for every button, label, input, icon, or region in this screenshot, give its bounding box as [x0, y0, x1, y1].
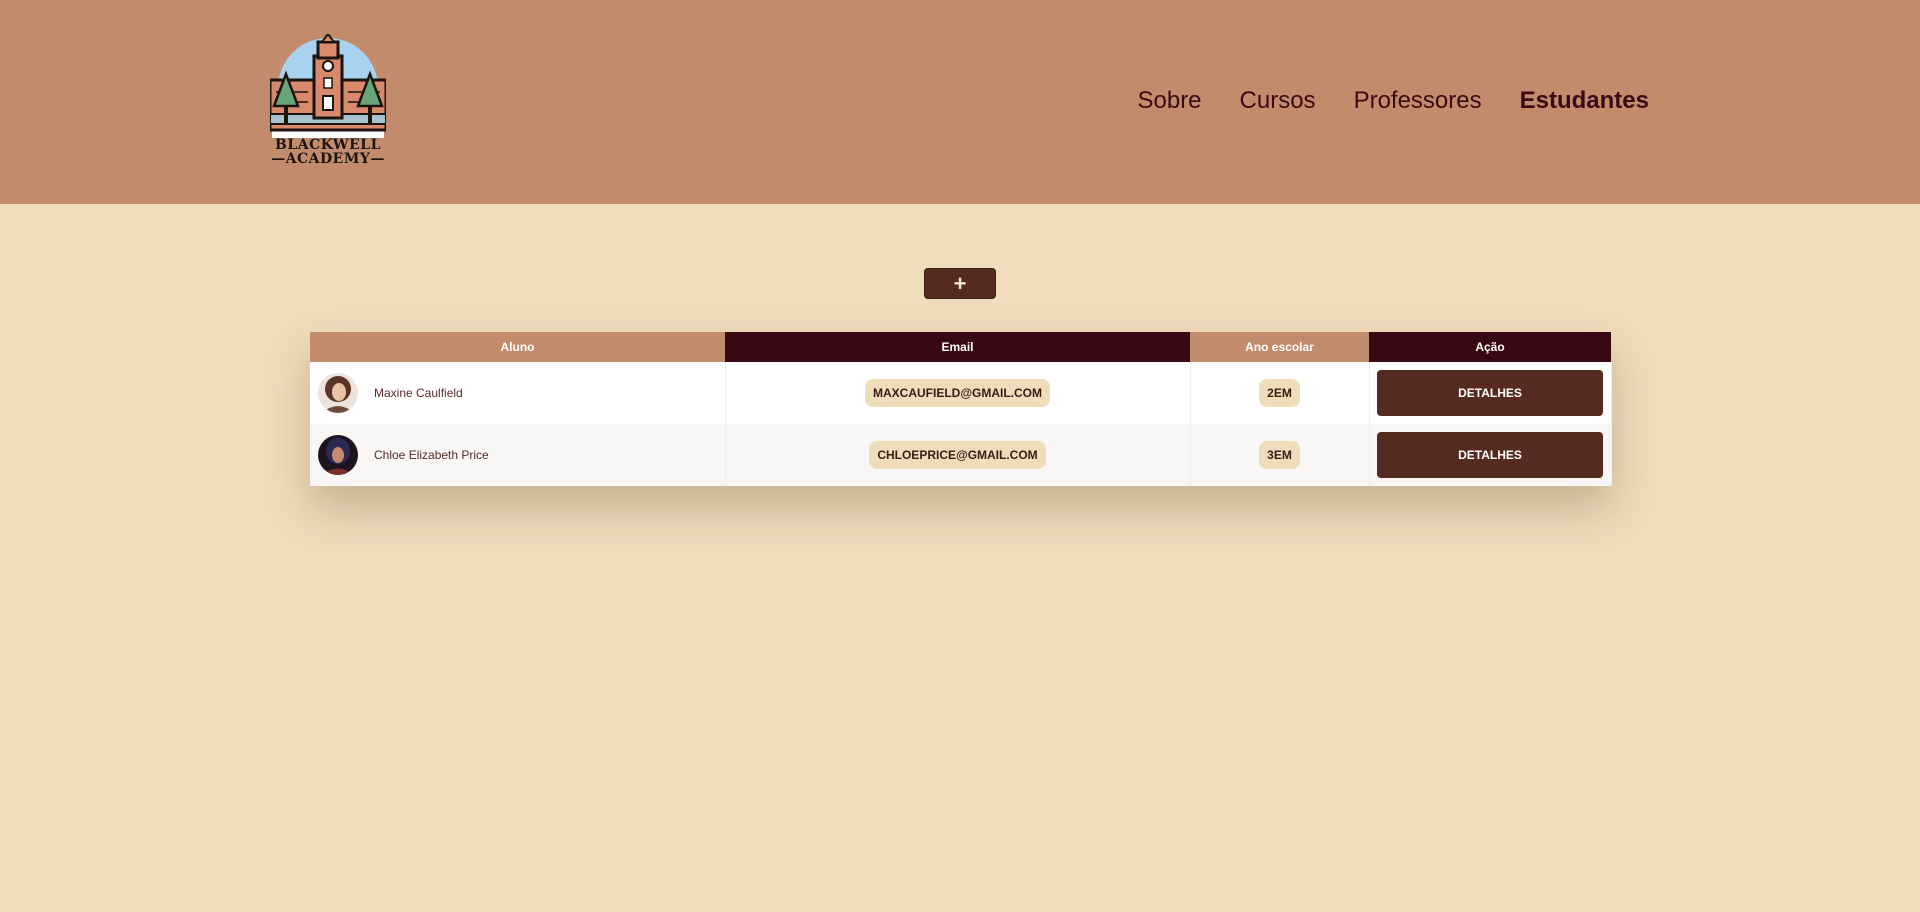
column-header-email: Email [725, 332, 1190, 362]
column-header-action: Ação [1369, 332, 1611, 362]
nav-item-estudantes[interactable]: Estudantes [1520, 85, 1649, 117]
nav-item-cursos[interactable]: Cursos [1240, 85, 1316, 117]
column-header-student: Aluno [310, 332, 725, 362]
avatar-portrait-icon [318, 373, 358, 413]
student-name: Chloe Elizabeth Price [374, 448, 489, 462]
student-cell: Maxine Caulfield [310, 362, 726, 424]
year-cell: 2EM [1190, 362, 1370, 424]
avatar [318, 373, 358, 413]
details-button[interactable]: DETALHES [1377, 370, 1603, 416]
email-cell: CHLOEPRICE@GMAIL.COM [725, 424, 1191, 486]
email-badge: CHLOEPRICE@GMAIL.COM [869, 441, 1046, 469]
year-cell: 3EM [1190, 424, 1370, 486]
action-cell: DETALHES [1369, 362, 1612, 424]
main-nav: Sobre Cursos Professores Estudantes [1137, 85, 1649, 117]
year-badge: 2EM [1259, 379, 1300, 407]
table-row: Maxine Caulfield MAXCAUFIELD@GMAIL.COM 2… [310, 362, 1612, 424]
email-cell: MAXCAUFIELD@GMAIL.COM [725, 362, 1191, 424]
avatar [318, 435, 358, 475]
academy-building-icon [268, 32, 388, 138]
blackwell-academy-logo[interactable]: BLACKWELL —ACADEMY— [268, 32, 388, 168]
year-badge: 3EM [1259, 441, 1300, 469]
table-header-row: Aluno Email Ano escolar Ação [310, 332, 1611, 362]
details-button[interactable]: DETALHES [1377, 432, 1603, 478]
site-header: BLACKWELL —ACADEMY— Sobre Cursos Profess… [0, 0, 1920, 204]
add-student-button[interactable]: + [924, 268, 996, 299]
student-name: Maxine Caulfield [374, 386, 463, 400]
logo-text-line2: —ACADEMY— [271, 151, 385, 167]
column-header-year: Ano escolar [1190, 332, 1369, 362]
logo-text-line1: BLACKWELL [275, 137, 381, 153]
student-cell: Chloe Elizabeth Price [310, 424, 726, 486]
avatar-portrait-icon [318, 435, 358, 475]
nav-item-sobre[interactable]: Sobre [1137, 85, 1201, 117]
email-badge: MAXCAUFIELD@GMAIL.COM [864, 379, 1051, 407]
action-cell: DETALHES [1369, 424, 1612, 486]
nav-item-professores[interactable]: Professores [1354, 85, 1482, 117]
table-row: Chloe Elizabeth Price CHLOEPRICE@GMAIL.C… [310, 424, 1612, 486]
students-table: Aluno Email Ano escolar Ação Maxine Caul… [310, 332, 1612, 486]
